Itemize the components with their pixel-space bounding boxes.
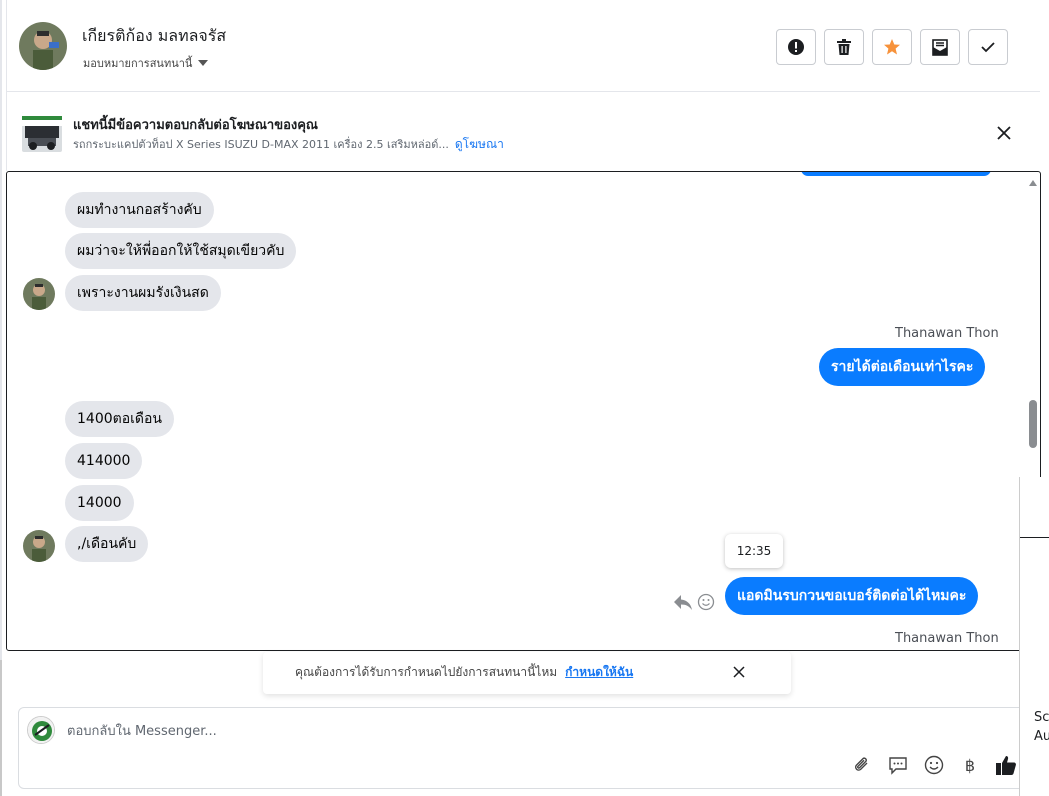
scroll-up-arrow-icon[interactable] [1029, 180, 1037, 186]
message-composer: ฿ [18, 707, 1028, 789]
reply-icon[interactable] [673, 593, 693, 611]
close-icon [997, 126, 1011, 140]
like-icon [996, 756, 1016, 775]
sender-name: Thanawan Thon [895, 326, 999, 341]
composer-toolbar: ฿ [851, 754, 1017, 776]
attach-button[interactable] [851, 754, 873, 776]
view-ad-link[interactable]: ดูโฆษณา [455, 137, 504, 151]
incoming-message[interactable]: ผมว่าจะให้พี่ออกให้ใช้สมุดเขียวคับ [65, 233, 297, 269]
contact-avatar-small[interactable] [23, 530, 55, 562]
mark-spam-button[interactable] [776, 29, 816, 65]
emoji-button[interactable] [923, 754, 945, 776]
message-actions [673, 593, 715, 611]
side-panel-text: Sc [1034, 710, 1049, 725]
assign-to-me-link[interactable]: กำหนดให้ฉัน [565, 665, 633, 679]
baht-icon: ฿ [964, 755, 976, 775]
contact-name[interactable]: เกียรติก้อง มลทลจรัส [82, 24, 226, 49]
contact-avatar[interactable] [19, 22, 67, 70]
caret-down-icon [198, 60, 209, 66]
ad-reply-banner: แชทนี้มีข้อความตอบกลับต่อโฆษณาของคุณ รถก… [6, 92, 1040, 171]
assign-notice: คุณต้องการได้รับการกำหนดไปยังการสนทนานี้… [263, 652, 791, 694]
page-avatar [27, 716, 55, 744]
incoming-message[interactable]: 14000 [65, 485, 134, 521]
ad-banner-subtitle: รถกระบะแคปตัวท็อป X Series ISUZU D-MAX 2… [73, 135, 504, 154]
messenger-conversation-window: เกียรติก้อง มลทลจรัส มอบหมายการสนทนานี้ [0, 0, 1049, 796]
incoming-message[interactable]: 414000 [65, 443, 143, 479]
like-button[interactable] [995, 754, 1017, 776]
scrollbar-thumb[interactable] [1029, 400, 1037, 448]
ad-banner-title: แชทนี้มีข้อความตอบกลับต่อโฆษณาของคุณ [73, 118, 318, 133]
header-toolbar [776, 29, 1008, 65]
ad-description: รถกระบะแคปตัวท็อป X Series ISUZU D-MAX 2… [73, 138, 449, 151]
side-panel-partial: Sc Au [1019, 477, 1049, 796]
reply-input[interactable] [67, 721, 767, 741]
close-banner-button[interactable] [993, 122, 1015, 144]
close-icon [733, 666, 745, 678]
react-emoji-icon[interactable] [697, 593, 715, 611]
done-button[interactable] [968, 29, 1008, 65]
left-border-dark [0, 660, 2, 796]
assign-conversation-dropdown[interactable]: มอบหมายการสนทนานี้ [83, 54, 209, 72]
attach-icon [855, 757, 868, 771]
assign-question: คุณต้องการได้รับการกำหนดไปยังการสนทนานี้… [295, 665, 558, 679]
alert-circle-icon [788, 39, 804, 55]
sender-name: Thanawan Thon [895, 631, 999, 646]
check-icon [981, 42, 995, 53]
assign-label: มอบหมายการสนทนานี้ [83, 57, 193, 70]
side-panel-text: Au [1034, 729, 1049, 744]
delete-button[interactable] [824, 29, 864, 65]
trash-icon [837, 39, 851, 55]
incoming-message[interactable]: ,/เดือนคับ [65, 526, 149, 562]
emoji-icon [924, 755, 944, 775]
close-notice-button[interactable] [730, 663, 748, 681]
incoming-message[interactable]: 1400ตอเดือน [65, 401, 174, 437]
message-thread[interactable]: ผมทำงานกอสร้างคับ ผมว่าจะให้พี่ออกให้ใช้… [6, 171, 1041, 651]
payment-button[interactable]: ฿ [959, 754, 981, 776]
saved-reply-icon [889, 757, 907, 775]
ad-thumbnail[interactable] [22, 112, 62, 152]
envelope-icon [932, 39, 948, 56]
conversation-header: เกียรติก้อง มลทลจรัส มอบหมายการสนทนานี้ [6, 0, 1040, 92]
assign-notice-text: คุณต้องการได้รับการกำหนดไปยังการสนทนานี้… [295, 663, 633, 682]
mark-unread-button[interactable] [920, 29, 960, 65]
incoming-message[interactable]: ผมทำงานกอสร้างคับ [65, 192, 214, 228]
contact-avatar-small[interactable] [23, 278, 55, 310]
side-panel-divider [1020, 537, 1049, 538]
previous-outgoing-bubble [801, 172, 991, 176]
star-icon [884, 39, 900, 55]
outgoing-message[interactable]: แอดมินรบกวนขอเบอร์ติดต่อได้ไหมคะ [725, 577, 979, 615]
star-button[interactable] [872, 29, 912, 65]
outgoing-message[interactable]: รายได้ต่อเดือนเท่าไรคะ [819, 348, 986, 386]
incoming-message[interactable]: เพราะงานผมรังเงินสด [65, 275, 221, 311]
timestamp-tooltip: 12:35 [725, 534, 783, 568]
saved-reply-button[interactable] [887, 754, 909, 776]
